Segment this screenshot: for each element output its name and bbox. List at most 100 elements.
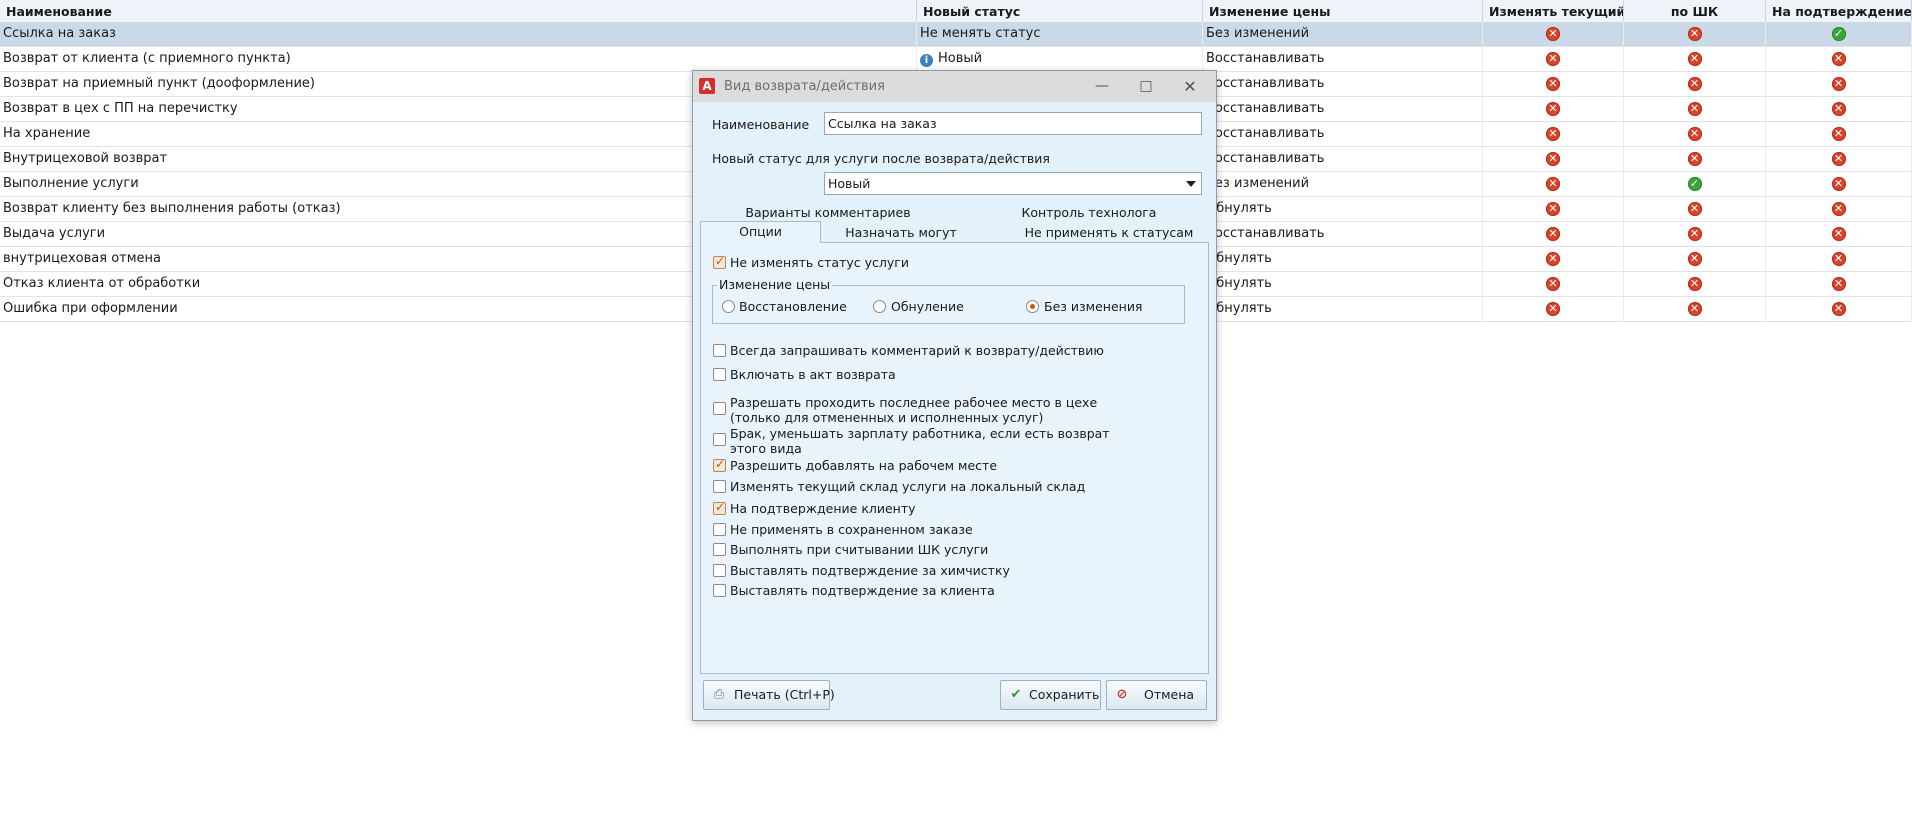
cell-status: Не менять статус xyxy=(917,22,1203,46)
grid-header: Наименование Новый статус Изменение цены… xyxy=(0,0,1912,23)
option-checkbox[interactable] xyxy=(713,344,726,357)
tab-comment-variants[interactable]: Варианты комментариев xyxy=(733,203,923,223)
print-button[interactable]: ⎙ Печать (Ctrl+P) xyxy=(703,680,835,710)
column-header-confirmation[interactable]: На подтверждение к... xyxy=(1766,0,1912,22)
option-label-line: Выставлять подтверждение за клиента xyxy=(730,583,995,598)
option-label-line: Всегда запрашивать комментарий к возврат… xyxy=(730,343,1104,358)
cell-flag: ✓ xyxy=(1766,22,1912,46)
cell-flag: ✕ xyxy=(1624,272,1766,296)
cell-flag: ✕ xyxy=(1483,22,1624,46)
check-circle-icon: ✓ xyxy=(1687,176,1702,191)
dialog-title: Вид возврата/действия xyxy=(724,79,885,94)
tab-exclude-statuses[interactable]: Не применять к статусам xyxy=(1011,223,1207,243)
cross-circle-icon: ✕ xyxy=(1687,201,1702,216)
column-header-by-barcode[interactable]: по ШК xyxy=(1624,0,1766,22)
dont-change-status-label: Не изменять статус услуги xyxy=(730,255,909,270)
cell-flag: ✕ xyxy=(1624,72,1766,96)
cross-circle-icon: ✕ xyxy=(1831,151,1846,166)
cell-flag: ✕ xyxy=(1766,147,1912,171)
option-checkbox[interactable] xyxy=(713,457,726,472)
cell-flag: ✕ xyxy=(1766,197,1912,221)
option-checkbox[interactable] xyxy=(713,433,726,446)
table-row[interactable]: Возврат от клиента (с приемного пункта) i… xyxy=(0,47,1912,72)
cell-flag: ✕ xyxy=(1483,147,1624,171)
option-label-line: Разрешать проходить последнее рабочее ме… xyxy=(730,395,1098,410)
cross-circle-icon: ✕ xyxy=(1831,201,1846,216)
cell-price-change: Обнулять xyxy=(1203,197,1483,221)
cell-flag: ✕ xyxy=(1624,122,1766,146)
cross-circle-icon: ✕ xyxy=(1831,226,1846,241)
option-checkbox[interactable] xyxy=(713,500,726,515)
cell-price-change: Восстанавливать xyxy=(1203,147,1483,171)
minimize-icon[interactable]: — xyxy=(1080,71,1124,102)
option-checkbox-label: Выполнять при считывании ШК услуги xyxy=(730,542,988,557)
tab-options[interactable]: Опции xyxy=(700,221,821,243)
cross-circle-icon: ✕ xyxy=(1687,51,1702,66)
option-label-line: Изменять текущий склад услуги на локальн… xyxy=(730,479,1086,494)
option-checkbox[interactable] xyxy=(713,564,726,577)
column-header-change-stock[interactable]: Изменять текущий с... xyxy=(1483,0,1624,22)
cell-price-change: Без изменений xyxy=(1203,172,1483,196)
cell-flag: ✓ xyxy=(1624,172,1766,196)
option-label-line: Брак, уменьшать зарплату работника, если… xyxy=(730,426,1110,441)
cell-flag: ✕ xyxy=(1766,272,1912,296)
option-label-line: Разрешить добавлять на рабочем месте xyxy=(730,458,998,473)
option-checkbox[interactable] xyxy=(713,543,726,556)
cell-status-text: Не менять статус xyxy=(920,26,1041,41)
tab-technologist-control[interactable]: Контроль технолога xyxy=(994,203,1184,223)
radio-no-change[interactable] xyxy=(1026,300,1039,313)
option-checkbox-label: Включать в акт возврата xyxy=(730,367,896,382)
cross-circle-icon: ✕ xyxy=(1687,276,1702,291)
cell-flag: ✕ xyxy=(1624,297,1766,321)
cell-flag: ✕ xyxy=(1483,297,1624,321)
option-checkbox-label: Разрешить добавлять на рабочем месте xyxy=(730,458,997,473)
cell-flag: ✕ xyxy=(1766,297,1912,321)
radio-reset[interactable] xyxy=(873,300,886,313)
name-input[interactable]: Ссылка на заказ xyxy=(824,112,1202,135)
option-checkbox[interactable] xyxy=(713,402,726,415)
maximize-icon[interactable]: □ xyxy=(1124,71,1168,102)
dialog-titlebar[interactable]: A Вид возврата/действия — □ ✕ xyxy=(693,71,1216,102)
checkmark-icon: ✔ xyxy=(1010,687,1022,702)
tab-assign-can[interactable]: Назначать могут xyxy=(826,223,976,243)
option-label-line: (только для отмененных и исполненных усл… xyxy=(730,410,1044,425)
radio-no-change-label: Без изменения xyxy=(1044,299,1143,314)
cross-circle-icon: ✕ xyxy=(1546,26,1560,41)
cell-name: Ссылка на заказ xyxy=(0,22,917,46)
option-label-line: Выполнять при считывании ШК услуги xyxy=(730,542,989,557)
column-header-new-status[interactable]: Новый статус xyxy=(917,0,1203,22)
chevron-down-icon[interactable] xyxy=(1186,181,1196,187)
option-checkbox-label: Всегда запрашивать комментарий к возврат… xyxy=(730,343,1104,358)
cross-circle-icon: ✕ xyxy=(1831,101,1846,116)
column-header-price-change[interactable]: Изменение цены xyxy=(1203,0,1483,22)
radio-restore[interactable] xyxy=(722,300,735,313)
cell-price-change: Без изменений xyxy=(1203,22,1483,46)
cross-circle-icon: ✕ xyxy=(1546,176,1560,191)
cross-circle-icon: ✕ xyxy=(1687,76,1702,91)
save-button[interactable]: ✔ Сохранить xyxy=(1000,680,1101,710)
option-checkbox[interactable] xyxy=(713,584,726,597)
cell-price-change: Обнулять xyxy=(1203,297,1483,321)
cross-circle-icon: ✕ xyxy=(1546,226,1560,241)
dont-change-status-checkbox[interactable] xyxy=(713,254,726,269)
option-checkbox[interactable] xyxy=(713,480,726,493)
cell-flag: ✕ xyxy=(1483,197,1624,221)
price-change-group-title: Изменение цены xyxy=(717,277,833,292)
cancel-button[interactable]: ⊘ Отмена xyxy=(1106,680,1207,710)
option-checkbox[interactable] xyxy=(713,368,726,381)
cell-price-change: Восстанавливать xyxy=(1203,122,1483,146)
cell-flag: ✕ xyxy=(1624,97,1766,121)
cell-flag: ✕ xyxy=(1766,172,1912,196)
option-label-line: Не применять в сохраненном заказе xyxy=(730,522,973,537)
column-header-name[interactable]: Наименование xyxy=(0,0,917,22)
options-panel: Не изменять статус услуги Изменение цены… xyxy=(700,242,1209,674)
option-checkbox[interactable] xyxy=(713,523,726,536)
new-status-select[interactable]: Новый xyxy=(824,172,1202,195)
radio-restore-label: Восстановление xyxy=(739,299,847,314)
app-logo-icon: A xyxy=(699,78,715,94)
cross-circle-icon: ✕ xyxy=(1831,176,1846,191)
option-label-line: Выставлять подтверждение за химчистку xyxy=(730,563,1010,578)
info-status-icon: i xyxy=(920,54,933,67)
table-row[interactable]: Ссылка на заказ Не менять статус Без измен… xyxy=(0,22,1912,47)
close-icon[interactable]: ✕ xyxy=(1168,71,1212,102)
